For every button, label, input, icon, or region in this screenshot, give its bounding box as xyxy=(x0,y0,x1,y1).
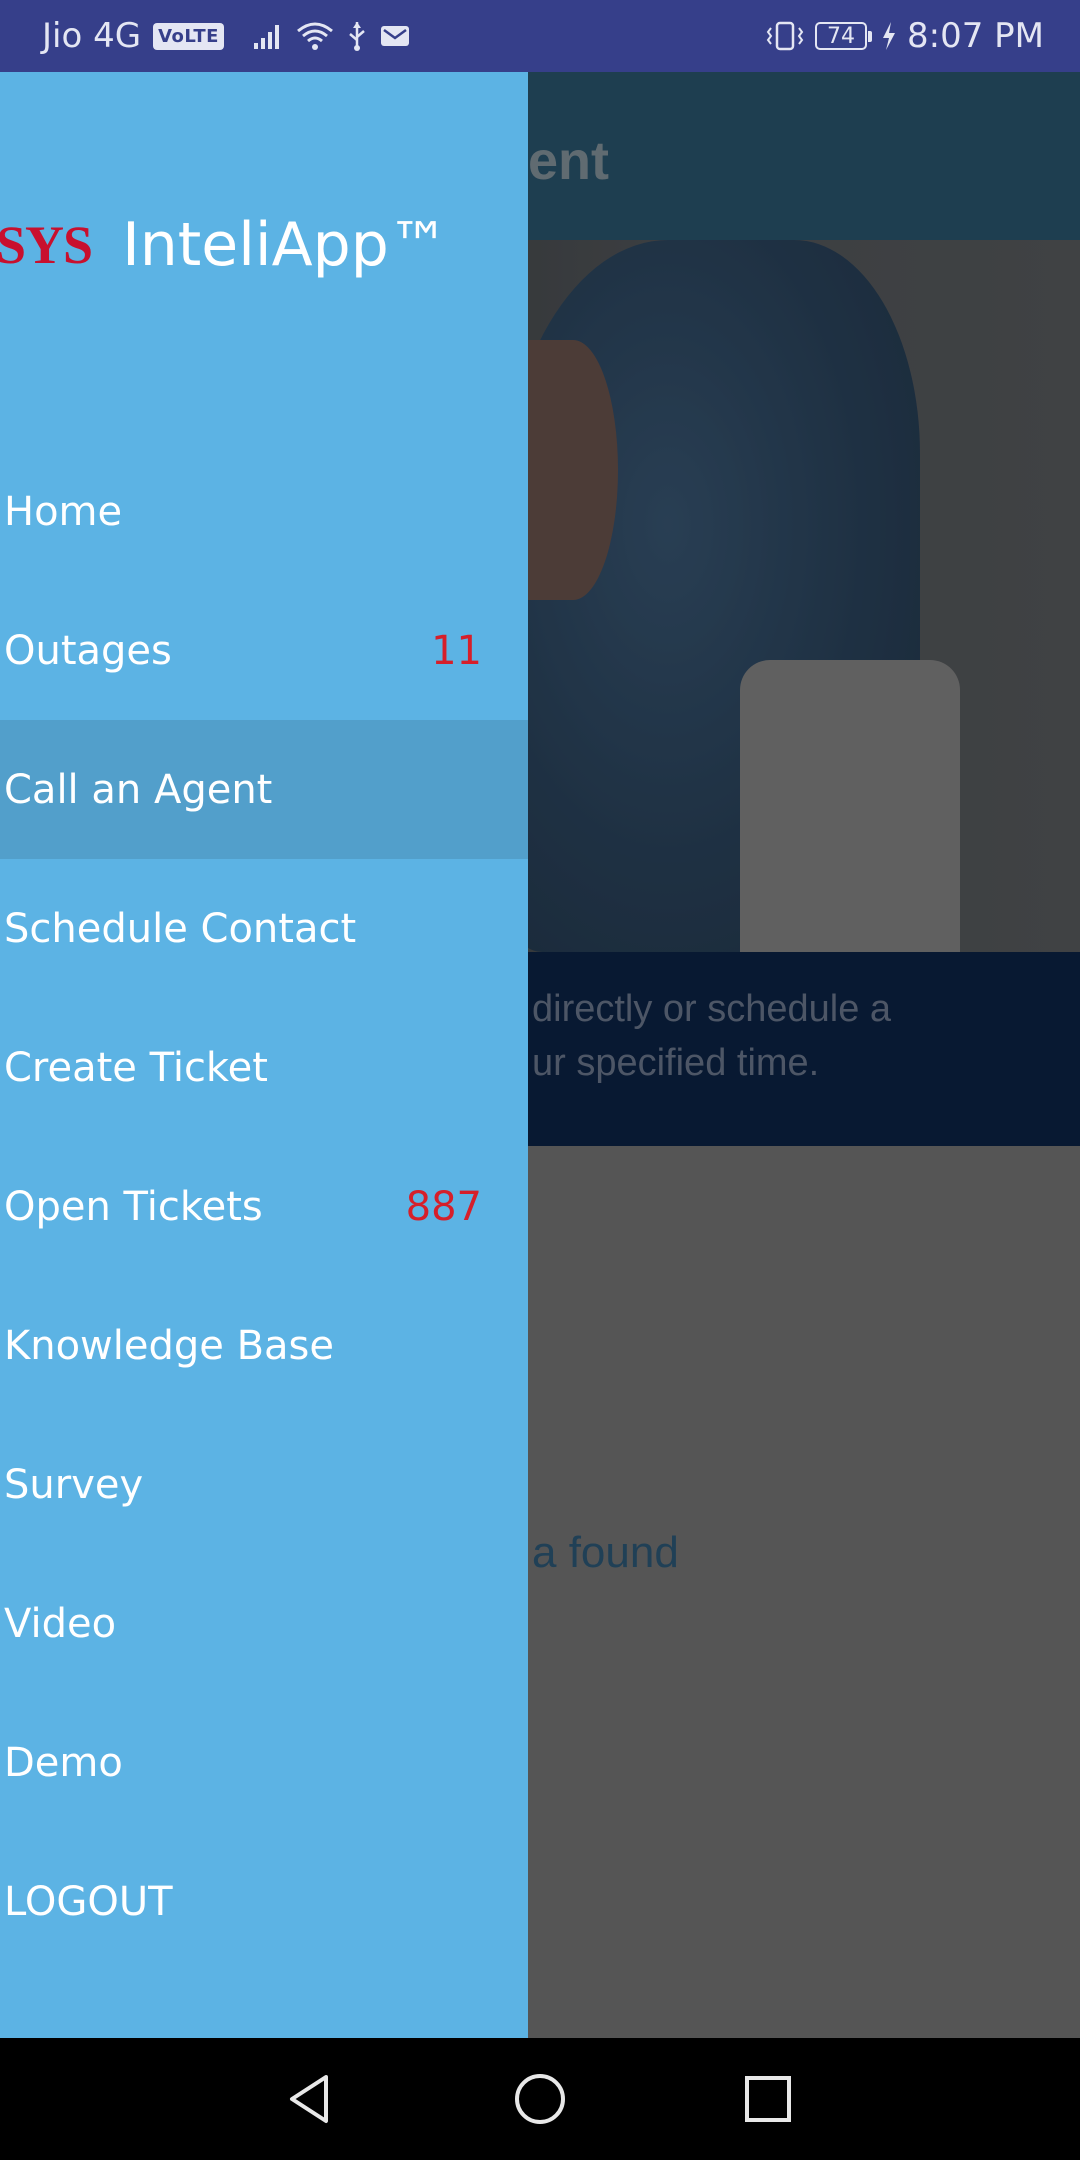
recents-icon[interactable] xyxy=(708,2038,828,2160)
back-icon[interactable] xyxy=(250,2038,370,2160)
battery-icon: 74 xyxy=(815,22,872,50)
menu-item-logout[interactable]: LOGOUT xyxy=(0,1832,528,1971)
outages-count-badge: 11 xyxy=(431,627,482,674)
menu-item-label: Knowledge Base xyxy=(4,1322,334,1369)
usb-icon xyxy=(346,20,368,52)
menu-item-video[interactable]: Video xyxy=(0,1554,528,1693)
menu-item-label: Video xyxy=(4,1600,117,1647)
menu-item-label: Demo xyxy=(4,1739,123,1786)
menu-item-label: Schedule Contact xyxy=(4,905,357,952)
volte-badge: VoLTE xyxy=(153,22,224,50)
drawer-menu: Home Outages 11 Call an Agent Schedule C… xyxy=(0,442,528,1971)
menu-item-open-tickets[interactable]: Open Tickets 887 xyxy=(0,1137,528,1276)
menu-item-label: Home xyxy=(4,488,123,535)
signal-icon xyxy=(252,21,284,51)
menu-item-knowledge-base[interactable]: Knowledge Base xyxy=(0,1276,528,1415)
mail-icon xyxy=(380,24,410,48)
menu-item-label: LOGOUT xyxy=(4,1878,173,1925)
menu-item-call-an-agent[interactable]: Call an Agent xyxy=(0,720,528,859)
menu-item-schedule-contact[interactable]: Schedule Contact xyxy=(0,859,528,998)
app-name: InteliApp™ xyxy=(122,210,449,280)
menu-item-label: Open Tickets xyxy=(4,1183,263,1230)
menu-item-survey[interactable]: Survey xyxy=(0,1415,528,1554)
company-logo: SYS xyxy=(0,215,93,275)
drawer-header: SYS InteliApp™ xyxy=(0,190,528,300)
menu-item-outages[interactable]: Outages 11 xyxy=(0,581,528,720)
vibrate-icon xyxy=(765,20,805,52)
wifi-icon xyxy=(296,21,334,51)
navigation-bar xyxy=(0,2038,1080,2160)
menu-item-demo[interactable]: Demo xyxy=(0,1693,528,1832)
screen: Jio 4G VoLTE 74 8:07 PM Agent directly o… xyxy=(0,0,1080,2160)
clock: 8:07 PM xyxy=(907,16,1044,56)
status-bar: Jio 4G VoLTE 74 8:07 PM xyxy=(0,0,1080,72)
open-tickets-count-badge: 887 xyxy=(405,1183,482,1230)
carrier-label: Jio 4G xyxy=(42,16,142,56)
navigation-drawer: SYS InteliApp™ Home Outages 11 Call an A… xyxy=(0,72,528,2038)
home-icon[interactable] xyxy=(480,2038,600,2160)
menu-item-label: Outages xyxy=(4,627,172,674)
menu-item-label: Survey xyxy=(4,1461,144,1508)
menu-item-home[interactable]: Home xyxy=(0,442,528,581)
menu-item-label: Create Ticket xyxy=(4,1044,268,1091)
menu-item-label: Call an Agent xyxy=(4,766,273,813)
menu-item-create-ticket[interactable]: Create Ticket xyxy=(0,998,528,1137)
charging-icon xyxy=(881,21,897,51)
